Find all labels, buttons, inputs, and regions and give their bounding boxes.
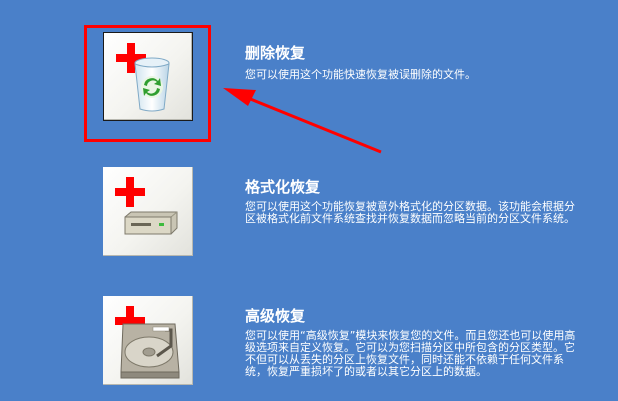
advanced-recovery-title: 高级恢复: [245, 307, 306, 325]
disk-drive-icon: [124, 211, 178, 235]
hard-disk-icon: [120, 323, 180, 379]
plus-icon: [115, 177, 145, 207]
delete-recovery-title: 删除恢复: [245, 44, 306, 62]
format-recovery-tile[interactable]: [103, 167, 193, 256]
format-recovery-description: 您可以使用这个功能恢复被意外格式化的分区数据。该功能会根据分区被格式化前文件系统…: [245, 200, 575, 225]
advanced-recovery-tile[interactable]: [103, 296, 193, 385]
delete-recovery-tile[interactable]: [103, 32, 193, 121]
format-recovery-title: 格式化恢复: [245, 178, 321, 196]
delete-recovery-description: 您可以使用这个功能快速恢复被误删除的文件。: [245, 68, 476, 81]
advanced-recovery-description: 您可以使用“高级恢复”模块来恢复您的文件。而且您还也可以使用高级选项来自定义恢复…: [245, 329, 576, 378]
recycle-bin-icon: [134, 57, 170, 112]
